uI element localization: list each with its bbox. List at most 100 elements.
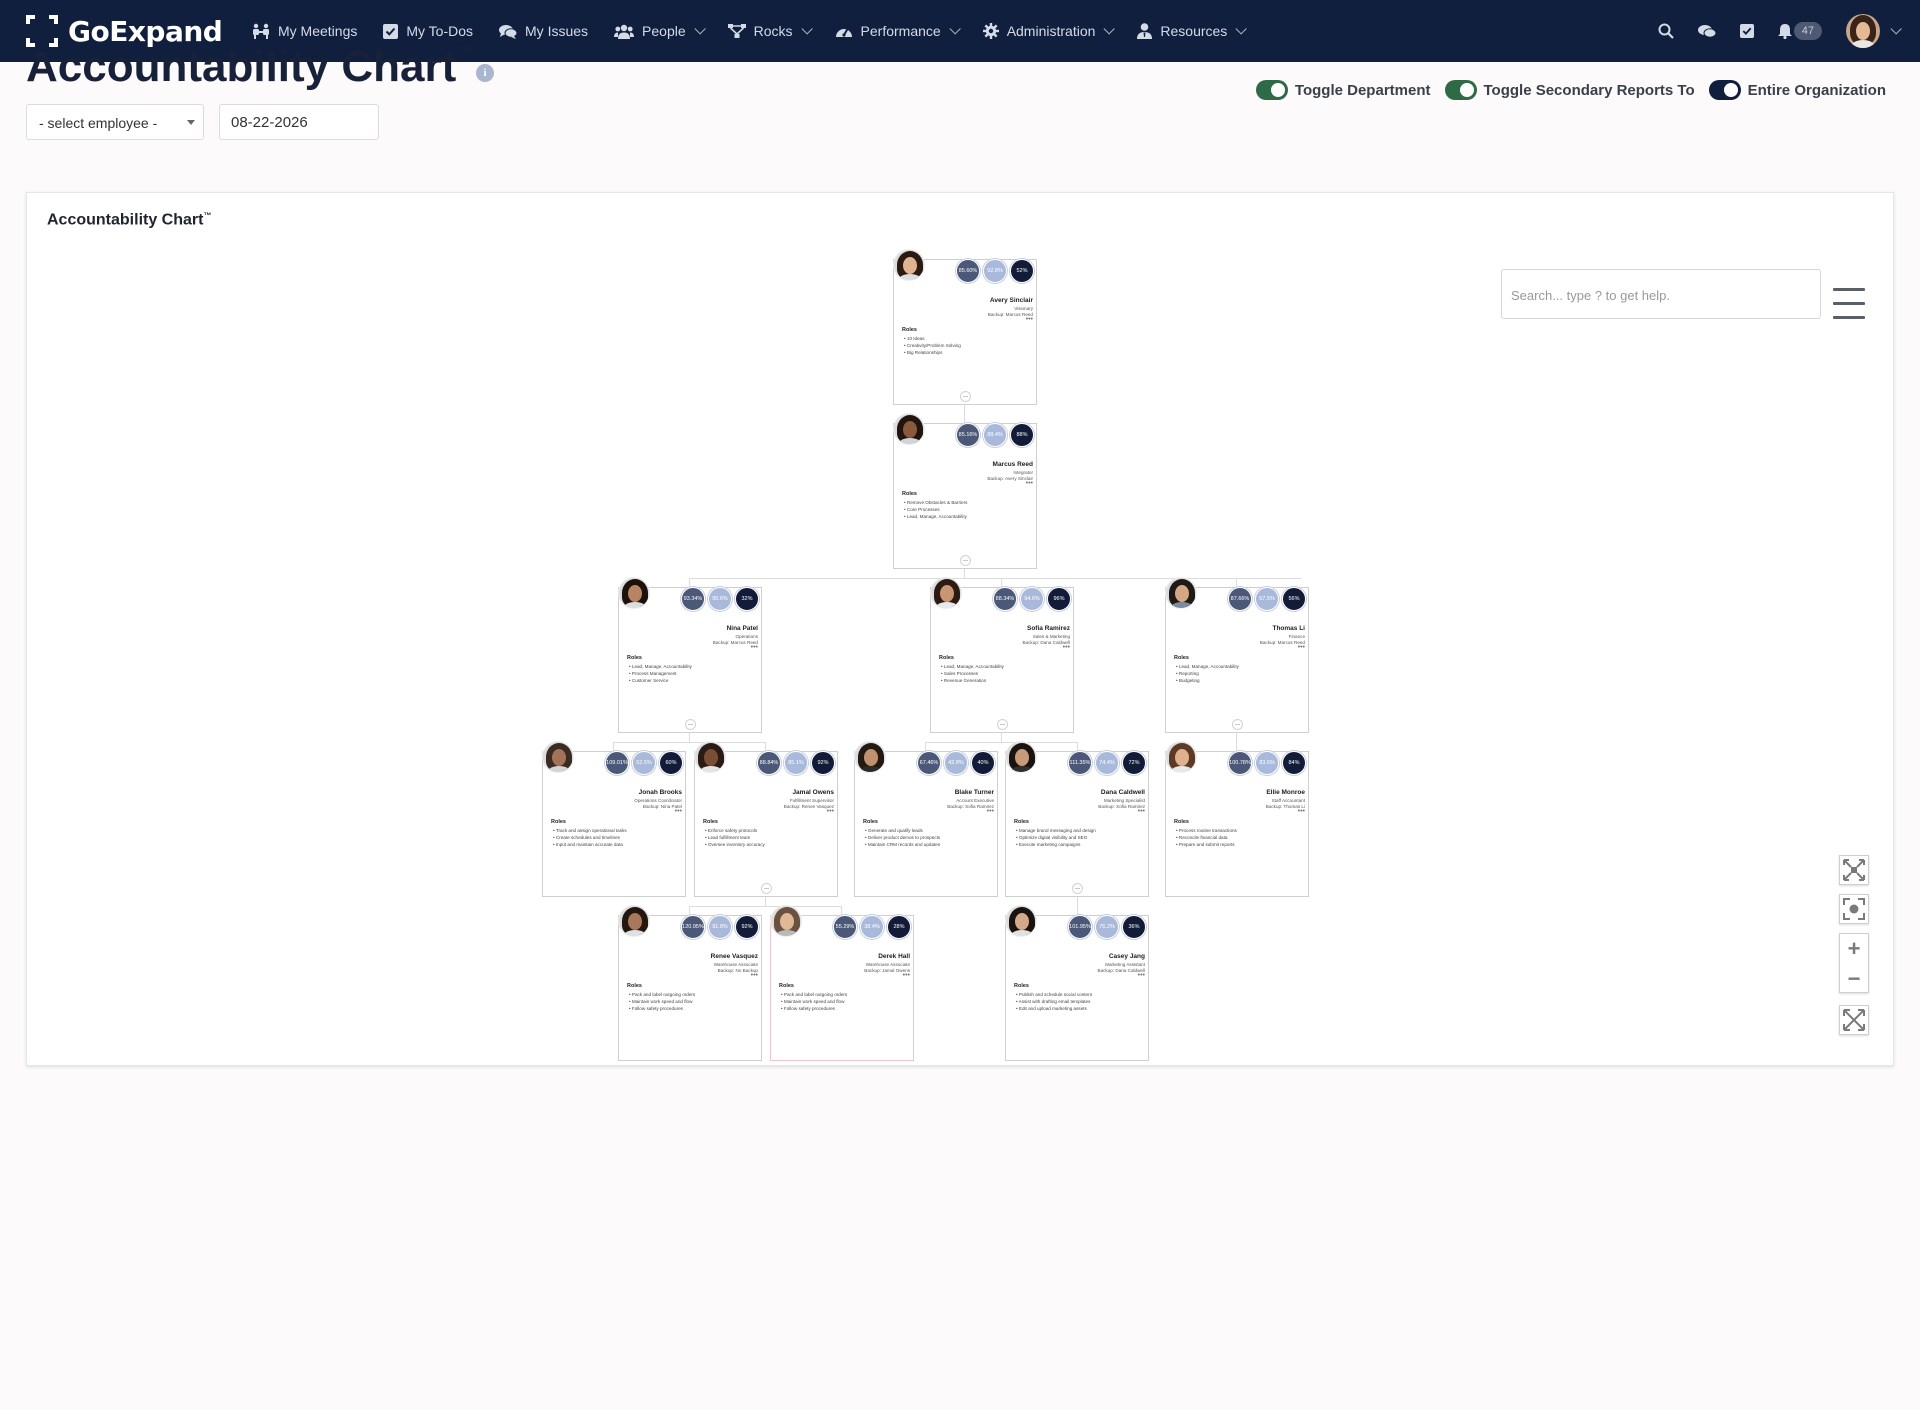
metric-circle[interactable]: 92% [735,915,759,939]
toggle-secondary-reports[interactable]: Toggle Secondary Reports To [1444,80,1695,100]
more-options-icon[interactable]: ••• [1138,808,1145,815]
toggle-entire-organization[interactable]: Entire Organization [1708,80,1886,100]
toggle-department[interactable]: Toggle Department [1255,80,1431,100]
metric-circle[interactable]: 55.29% [833,915,857,939]
avatar[interactable] [1005,905,1037,937]
metric-circle[interactable]: 100.78% [1228,751,1252,775]
nav-rocks[interactable]: Rocks [727,23,813,39]
metric-circle[interactable]: 95.6% [708,587,732,611]
avatar[interactable] [618,577,650,609]
collapse-toggle-icon[interactable] [1232,719,1243,730]
more-options-icon[interactable]: ••• [827,808,834,815]
metric-circle[interactable]: 88.4% [983,423,1007,447]
metric-circle[interactable]: 92% [811,751,835,775]
notifications-button[interactable]: 47 [1777,22,1822,40]
metric-circle[interactable]: 91.8% [708,915,732,939]
metric-circle[interactable]: 88.84% [757,751,781,775]
metric-circle[interactable]: 76.2% [1095,915,1119,939]
metric-circle[interactable]: 111.35% [1068,751,1092,775]
todos-button[interactable] [1739,24,1754,38]
toggle-switch[interactable] [1708,80,1741,100]
metric-circle[interactable]: 42.8% [944,751,968,775]
more-options-icon[interactable]: ••• [675,808,682,815]
fit-screen-button[interactable] [1839,855,1869,885]
metric-circle[interactable]: 88% [1010,423,1034,447]
fullscreen-button[interactable] [1839,1005,1869,1035]
more-options-icon[interactable]: ••• [751,644,758,651]
org-card[interactable]: 93.34% 95.6% 32% Nina Patel Operations Backup… [618,577,762,733]
metric-circle[interactable]: 85.1% [784,751,808,775]
nav-resources[interactable]: Resources [1137,23,1248,39]
metric-circle[interactable]: 84% [1282,751,1306,775]
avatar[interactable] [893,413,925,445]
org-card[interactable]: 120.95% 91.8% 92% Renee Vasquez Warehouse As… [618,905,762,1061]
metric-circle[interactable]: 28% [887,915,911,939]
metric-circle[interactable]: 96% [1047,587,1071,611]
collapse-toggle-icon[interactable] [1072,883,1083,894]
nav-performance[interactable]: Performance [835,23,961,39]
metric-circle[interactable]: 62.5% [632,751,656,775]
info-icon[interactable]: i [476,64,494,82]
avatar[interactable] [1165,577,1197,609]
chart-search-input[interactable]: Search... type ? to get help. [1501,269,1821,319]
avatar[interactable] [770,905,802,937]
metric-circle[interactable]: 38.4% [860,915,884,939]
org-card[interactable]: 100.78% 83.6% 84% Ellie Monroe Staff Account… [1165,741,1309,897]
metric-circle[interactable]: 93.34% [681,587,705,611]
org-card[interactable]: 88.34% 94.6% 96% Sofia Ramirez Sales & Marke… [930,577,1074,733]
org-card[interactable]: 109.01% 62.5% 60% Jonah Brooks Operations Co… [542,741,686,897]
more-options-icon[interactable]: ••• [1026,480,1033,487]
avatar[interactable] [1005,741,1037,773]
toggle-switch[interactable] [1444,80,1477,100]
metric-circle[interactable]: 120.95% [681,915,705,939]
metric-circle[interactable]: 83.6% [1255,751,1279,775]
more-options-icon[interactable]: ••• [903,972,910,979]
metric-circle[interactable]: 88.34% [993,587,1017,611]
avatar[interactable] [930,577,962,609]
more-options-icon[interactable]: ••• [1298,808,1305,815]
org-card[interactable]: 55.29% 38.4% 28% Derek Hall Warehouse Associ… [770,905,914,1061]
org-card[interactable]: 111.35% 74.4% 72% Dana Caldwell Marketing Sp… [1005,741,1149,897]
metric-circle[interactable]: 60% [659,751,683,775]
metric-circle[interactable]: 85.60% [956,259,980,283]
collapse-toggle-icon[interactable] [685,719,696,730]
metric-circle[interactable]: 67.46% [917,751,941,775]
more-options-icon[interactable]: ••• [987,808,994,815]
avatar[interactable] [893,249,925,281]
metric-circle[interactable]: 85.16% [956,423,980,447]
avatar[interactable] [618,905,650,937]
user-avatar[interactable] [1846,14,1880,48]
metric-circle[interactable]: 101.95% [1068,915,1092,939]
org-card[interactable]: 101.95% 76.2% 36% Casey Jang Marketing Assis… [1005,905,1149,1061]
org-card[interactable]: 87.66% 57.5% 56% Thomas Li Finance Backup: Ma… [1165,577,1309,733]
employee-select[interactable]: - select employee - [26,104,204,140]
avatar[interactable] [542,741,574,773]
menu-icon[interactable] [1833,288,1865,330]
nav-my-issues[interactable]: My Issues [499,23,588,39]
nav-my-meetings[interactable]: My Meetings [252,23,357,39]
nav-my-todos[interactable]: My To-Dos [383,23,473,39]
collapse-toggle-icon[interactable] [960,555,971,566]
metric-circle[interactable]: 56% [1282,587,1306,611]
zoom-out-button[interactable]: − [1840,964,1868,994]
center-button[interactable] [1839,894,1869,924]
metric-circle[interactable]: 72% [1122,751,1146,775]
org-card[interactable]: 85.60% 92.8% 52% Avery Sinclair Visionary Bac… [893,249,1037,405]
nav-people[interactable]: People [614,23,706,39]
metric-circle[interactable]: 32% [735,587,759,611]
zoom-in-button[interactable]: + [1840,934,1868,964]
toggle-switch[interactable] [1255,80,1288,100]
issues-button[interactable] [1697,24,1716,39]
metric-circle[interactable]: 94.6% [1020,587,1044,611]
metric-circle[interactable]: 92.8% [983,259,1007,283]
search-button[interactable] [1658,23,1674,39]
more-options-icon[interactable]: ••• [1026,316,1033,323]
chevron-down-icon[interactable] [1890,23,1902,35]
more-options-icon[interactable]: ••• [1298,644,1305,651]
metric-circle[interactable]: 36% [1122,915,1146,939]
metric-circle[interactable]: 40% [971,751,995,775]
avatar[interactable] [854,741,886,773]
metric-circle[interactable]: 52% [1010,259,1034,283]
more-options-icon[interactable]: ••• [1063,644,1070,651]
metric-circle[interactable]: 57.5% [1255,587,1279,611]
